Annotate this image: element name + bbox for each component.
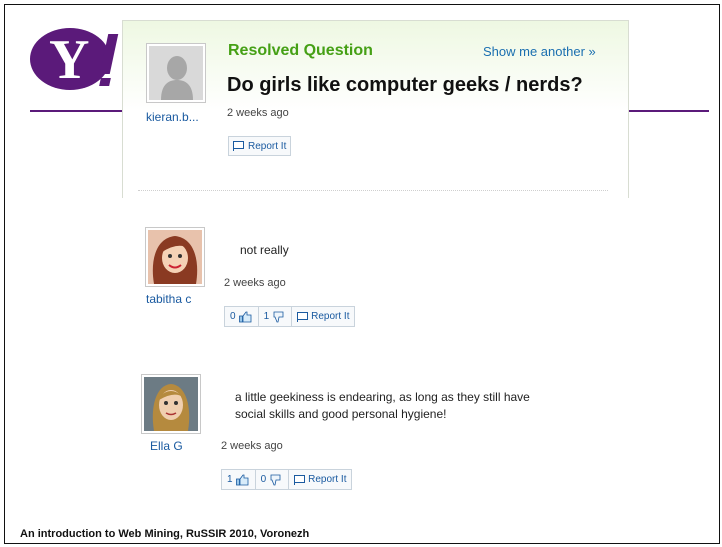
thumbs-up-count: 1 [227, 474, 233, 485]
answer1-report-button[interactable]: Report It [292, 307, 354, 326]
answer2-text: a little geekiness is endearing, as long… [235, 389, 530, 423]
asker-avatar[interactable] [146, 43, 206, 103]
report-label: Report It [311, 311, 350, 322]
thumbs-up-icon [238, 311, 251, 322]
answer1-time: 2 weeks ago [224, 277, 286, 289]
question-report-button[interactable]: Report It [228, 136, 292, 156]
slide-footer: An introduction to Web Mining, RuSSIR 20… [20, 528, 310, 540]
question-time: 2 weeks ago [227, 107, 289, 119]
divider-right [629, 110, 709, 112]
answer1-user[interactable]: tabitha c [146, 292, 191, 306]
question-divider [138, 190, 608, 191]
thumbs-down-icon [270, 474, 281, 485]
answer1-text: not really [240, 243, 289, 257]
logo-letter: Y [49, 29, 90, 91]
report-label: Report It [248, 140, 287, 152]
cartoon-woman-avatar-icon [144, 377, 198, 431]
logo-exclamation-dot [99, 78, 111, 86]
thumbs-down-count: 0 [260, 474, 267, 485]
answer2-votebar: 1 0 Report It [221, 469, 353, 490]
answer2-text-line1: a little geekiness is endearing, as long… [235, 390, 530, 404]
cartoon-girl-avatar-icon [148, 230, 202, 284]
answer2-avatar[interactable] [141, 374, 201, 434]
thumbs-up-button[interactable]: 0 [225, 307, 259, 326]
thumbs-up-button[interactable]: 1 [222, 470, 256, 489]
show-another-link[interactable]: Show me another » [483, 44, 596, 59]
report-label: Report It [308, 474, 347, 485]
thumbs-down-icon [273, 311, 284, 322]
question-status: Resolved Question [228, 42, 373, 59]
answer2-time: 2 weeks ago [221, 440, 283, 452]
default-avatar-icon [149, 46, 203, 100]
thumbs-up-icon [235, 474, 248, 485]
thumbs-down-button[interactable]: 1 [259, 307, 293, 326]
flag-icon [233, 141, 244, 151]
flag-icon [294, 474, 306, 485]
answer1-avatar[interactable] [145, 227, 205, 287]
asker-name[interactable]: kieran.b... [146, 110, 199, 124]
thumbs-up-count: 0 [230, 311, 236, 322]
answer2-text-line2: social skills and good personal hygiene! [235, 407, 447, 421]
answer2-user[interactable]: Ella G [150, 439, 183, 453]
flag-icon [297, 311, 309, 322]
answer1-votebar: 0 1 Report It [224, 306, 356, 327]
divider-left [30, 110, 122, 112]
thumbs-down-count: 1 [263, 311, 270, 322]
answer2-report-button[interactable]: Report It [289, 470, 351, 489]
question-title: Do girls like computer geeks / nerds? [227, 74, 583, 96]
thumbs-down-button[interactable]: 0 [256, 470, 290, 489]
